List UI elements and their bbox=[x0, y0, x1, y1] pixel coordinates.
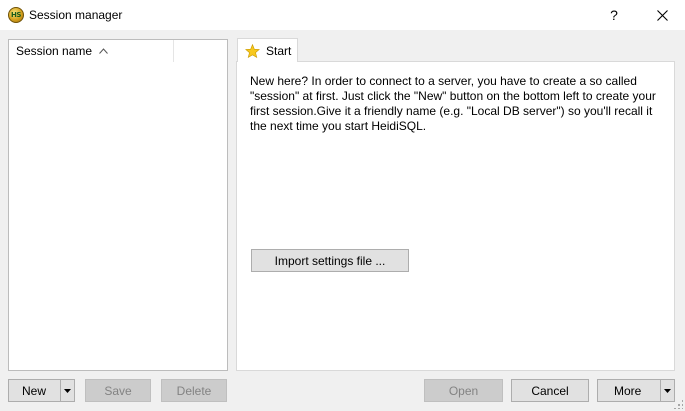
tab-start-label: Start bbox=[266, 43, 292, 58]
cancel-button[interactable]: Cancel bbox=[511, 379, 589, 402]
session-tree[interactable]: Session name bbox=[8, 39, 228, 371]
save-button[interactable]: Save bbox=[85, 379, 151, 402]
more-button-label: More bbox=[614, 383, 642, 398]
close-icon bbox=[656, 9, 668, 21]
chevron-down-icon bbox=[664, 388, 671, 393]
delete-button[interactable]: Delete bbox=[161, 379, 227, 402]
chevron-down-icon bbox=[64, 388, 71, 393]
close-button[interactable] bbox=[639, 0, 685, 30]
heidisql-app-icon: HS bbox=[8, 7, 24, 23]
title-bar: HS Session manager ? bbox=[0, 0, 685, 30]
star-icon bbox=[245, 43, 260, 58]
intro-text: New here? In order to connect to a serve… bbox=[250, 74, 656, 133]
window-title: Session manager bbox=[29, 8, 123, 22]
new-dropdown-arrow[interactable] bbox=[60, 380, 74, 401]
more-button[interactable]: More bbox=[597, 379, 675, 402]
sort-ascending-icon bbox=[99, 48, 108, 54]
new-button[interactable]: New bbox=[8, 379, 75, 402]
more-dropdown-arrow[interactable] bbox=[660, 380, 674, 401]
start-panel: New here? In order to connect to a serve… bbox=[236, 61, 675, 371]
column-header-empty bbox=[174, 40, 227, 62]
open-button[interactable]: Open bbox=[424, 379, 503, 402]
column-header-label: Session name bbox=[16, 44, 93, 58]
column-header-session-name[interactable]: Session name bbox=[9, 40, 174, 62]
help-button[interactable]: ? bbox=[591, 0, 637, 30]
new-button-label: New bbox=[22, 383, 47, 398]
tab-start[interactable]: Start bbox=[237, 38, 298, 62]
import-settings-button[interactable]: Import settings file ... bbox=[251, 249, 409, 272]
